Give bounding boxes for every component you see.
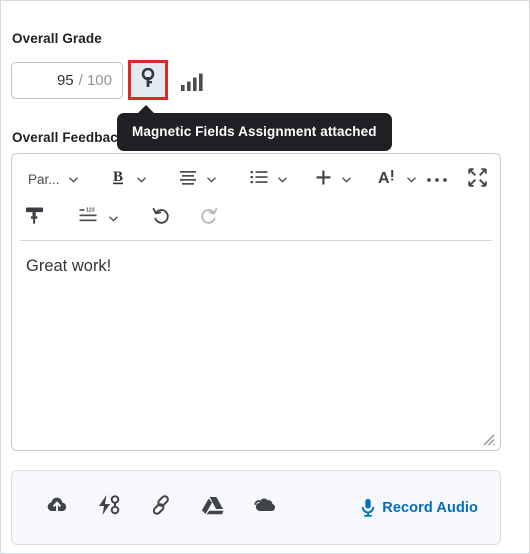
chevron-down-icon[interactable]: [202, 169, 221, 190]
key-icon: [140, 67, 156, 93]
numbered-list-icon: 123: [79, 207, 99, 229]
cloud-upload-icon: [45, 495, 69, 520]
chevron-down-icon[interactable]: [104, 208, 123, 229]
tooltip-text: Magnetic Fields Assignment attached: [132, 124, 377, 139]
tooltip-arrow-icon: [137, 105, 155, 114]
redo-button[interactable]: [194, 203, 223, 234]
insert-link-button[interactable]: [142, 489, 180, 527]
attachment-tooltip: Magnetic Fields Assignment attached: [117, 105, 392, 151]
chevron-down-icon[interactable]: [64, 169, 83, 190]
toolbar-row-1: Par... B A: [20, 160, 492, 199]
redo-icon: [199, 207, 218, 230]
grade-key-button-wrapper: [128, 60, 168, 100]
expand-fullscreen-icon: [468, 167, 487, 192]
chevron-down-icon[interactable]: [402, 169, 421, 190]
bold-icon: B: [111, 168, 127, 191]
grading-panel: Overall Grade 95 / 100 Overall Feedback …: [0, 0, 530, 554]
overall-feedback-label: Overall Feedback: [12, 130, 126, 145]
svg-text:A: A: [378, 170, 390, 186]
paragraph-format-dropdown[interactable]: Par...: [20, 168, 64, 191]
grade-out-of: / 100: [78, 71, 112, 89]
overall-grade-label: Overall Grade: [12, 31, 102, 46]
grade-row: 95 / 100: [11, 60, 209, 100]
undo-button[interactable]: [147, 203, 176, 234]
editor-toolbar: Par... B A 123: [12, 154, 500, 237]
onedrive-button[interactable]: [246, 489, 284, 527]
attachment-toolbar: Record Audio: [11, 470, 501, 545]
font-accessibility-icon: A: [378, 168, 397, 191]
undo-icon: [152, 207, 171, 230]
bulleted-list-icon: [250, 169, 268, 190]
chevron-down-icon[interactable]: [273, 169, 292, 190]
bold-button[interactable]: B: [106, 164, 132, 195]
grade-score-input[interactable]: 95 / 100: [11, 61, 123, 99]
chevron-down-icon[interactable]: [337, 169, 356, 190]
record-audio-button[interactable]: Record Audio: [361, 498, 478, 517]
statistics-bar-chart-icon: [180, 72, 204, 97]
more-options-button[interactable]: [421, 167, 453, 193]
microphone-icon: [361, 498, 375, 517]
format-painter-button[interactable]: [20, 202, 50, 234]
align-button[interactable]: [174, 165, 202, 194]
google-drive-button[interactable]: [194, 489, 232, 527]
google-drive-icon: [201, 495, 225, 521]
plus-icon: [315, 169, 332, 191]
grade-key-button[interactable]: [128, 60, 168, 100]
format-painter-icon: [25, 206, 45, 230]
ellipsis-icon: [426, 171, 448, 189]
chevron-down-icon[interactable]: [132, 169, 151, 190]
upload-file-button[interactable]: [38, 489, 76, 527]
grade-score-value: 95: [56, 71, 74, 89]
quicklink-button[interactable]: [90, 489, 128, 527]
list-button[interactable]: [245, 165, 273, 194]
feedback-editor: Par... B A 123 Great work!: [11, 153, 501, 451]
font-style-button[interactable]: A: [373, 164, 402, 195]
lightning-quicklink-icon: [97, 494, 121, 521]
numbered-list-button[interactable]: 123: [74, 203, 104, 233]
editor-resize-handle[interactable]: [480, 431, 496, 447]
align-left-icon: [179, 169, 197, 190]
grade-statistics-button[interactable]: [175, 63, 209, 97]
link-chain-icon: [149, 494, 173, 521]
insert-button[interactable]: [310, 165, 337, 195]
toolbar-row-2: 123: [20, 199, 492, 237]
onedrive-cloud-icon: [253, 496, 277, 519]
record-audio-label: Record Audio: [382, 499, 478, 516]
svg-text:123: 123: [86, 208, 95, 214]
feedback-text-area[interactable]: Great work!: [12, 241, 500, 292]
fullscreen-button[interactable]: [463, 164, 492, 196]
